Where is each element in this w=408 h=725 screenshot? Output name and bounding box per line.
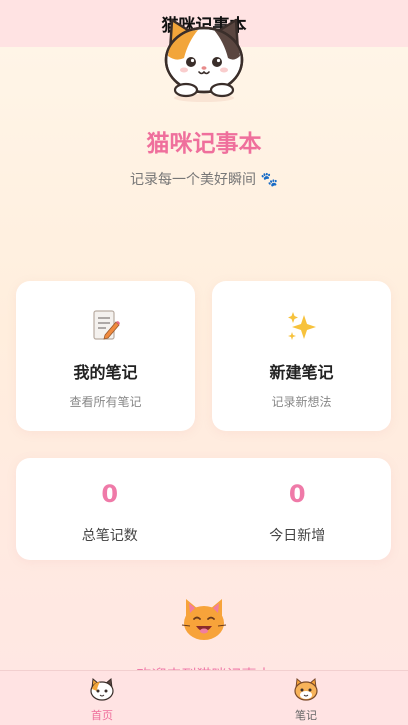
new-note-card[interactable]: 新建笔记 记录新想法 (212, 281, 391, 431)
total-notes-stat: 0 总笔记数 (16, 458, 204, 560)
tab-notes-label: 笔记 (295, 709, 317, 722)
calico-cat-logo-icon (158, 12, 250, 104)
tab-home-label: 首页 (91, 709, 113, 722)
new-note-title: 新建笔记 (269, 363, 334, 382)
new-note-subtitle: 记录新想法 (271, 395, 332, 409)
orange-cat-icon (293, 677, 319, 703)
stats-card: 0 总笔记数 0 今日新增 (16, 458, 391, 560)
app-subtitle: 记录每一个美好瞬间 🐾 (130, 172, 278, 188)
tab-notes[interactable]: 笔记 (204, 671, 408, 725)
my-notes-card[interactable]: 我的笔记 查看所有笔记 (16, 281, 195, 431)
cat-face-icon (180, 597, 228, 643)
tab-home[interactable]: 首页 (0, 671, 204, 725)
sparkles-icon (212, 309, 391, 343)
memo-icon (16, 309, 195, 343)
my-notes-title: 我的笔记 (73, 363, 138, 382)
bottom-tab-bar: 首页 笔记 (0, 670, 408, 725)
today-new-count: 0 (288, 480, 306, 508)
total-notes-label: 总笔记数 (81, 528, 138, 544)
total-notes-count: 0 (101, 480, 119, 508)
calico-cat-icon (89, 677, 115, 703)
my-notes-subtitle: 查看所有笔记 (69, 395, 142, 409)
app-title: 猫咪记事本 (146, 131, 262, 157)
today-new-stat: 0 今日新增 (204, 458, 392, 560)
today-new-label: 今日新增 (269, 528, 326, 544)
